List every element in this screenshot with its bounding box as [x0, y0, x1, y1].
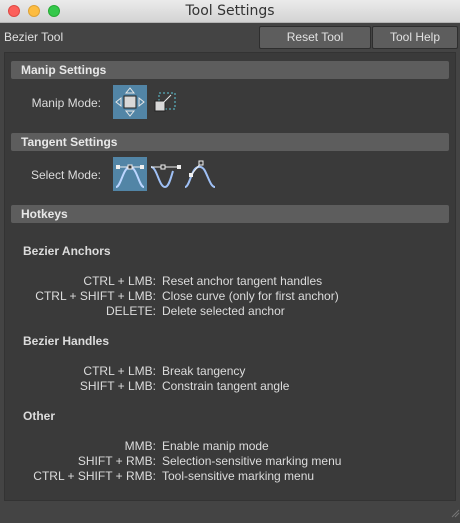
- hotkey-key: CTRL + SHIFT + LMB:: [35, 289, 156, 303]
- select-double-curve-button[interactable]: [149, 157, 183, 191]
- select-single-tangent-button[interactable]: [183, 157, 217, 191]
- hotkey-description: Tool-sensitive marking menu: [162, 469, 315, 483]
- transform-manip-icon: [154, 92, 176, 112]
- hotkey-description: Delete selected anchor: [162, 304, 285, 318]
- hotkey-group-title: Bezier Anchors: [23, 244, 111, 258]
- select-single-curve-button[interactable]: [113, 157, 147, 191]
- hotkey-key: CTRL + LMB:: [83, 364, 156, 378]
- select-mode-label: Select Mode:: [30, 168, 101, 182]
- hotkey-key: CTRL + SHIFT + RMB:: [33, 469, 156, 483]
- hotkey-key: MMB:: [124, 439, 156, 453]
- hotkey-description: Break tangency: [162, 364, 246, 378]
- hotkey-key: SHIFT + RMB:: [77, 454, 156, 468]
- settings-panel: Manip Settings Manip Mode: Tangent Setti…: [4, 52, 456, 501]
- window-title-bar[interactable]: Tool Settings: [0, 0, 460, 23]
- select-single-curve-icon: [115, 164, 145, 188]
- transform-manip-button[interactable]: [149, 85, 183, 119]
- move-manip-icon: [115, 87, 145, 117]
- window-title: Tool Settings: [185, 3, 275, 19]
- reset-tool-button[interactable]: Reset Tool: [259, 26, 371, 49]
- manip-mode-label: Manip Mode:: [31, 96, 101, 110]
- resize-grip-icon: [451, 509, 460, 518]
- hotkey-group-title: Bezier Handles: [23, 334, 110, 348]
- hotkey-description: Selection-sensitive marking menu: [162, 454, 342, 468]
- hotkey-group-title: Other: [23, 409, 56, 423]
- tool-name-label: Bezier Tool: [4, 30, 64, 44]
- hotkey-description: Reset anchor tangent handles: [162, 274, 323, 288]
- manip-settings-header[interactable]: Manip Settings: [11, 61, 449, 79]
- move-manip-button[interactable]: [113, 85, 147, 119]
- tangent-settings-header[interactable]: Tangent Settings: [11, 133, 449, 151]
- hotkey-key: CTRL + LMB:: [83, 274, 156, 288]
- hotkey-key: SHIFT + LMB:: [79, 379, 156, 393]
- hotkey-description: Enable manip mode: [162, 439, 269, 453]
- hotkey-description: Close curve (only for first anchor): [162, 289, 339, 303]
- select-double-curve-icon: [150, 164, 181, 189]
- select-single-tangent-icon: [184, 160, 216, 188]
- tool-help-button[interactable]: Tool Help: [372, 26, 458, 49]
- hotkey-key: DELETE:: [105, 304, 156, 318]
- resize-grip[interactable]: [450, 505, 460, 518]
- hotkeys-header[interactable]: Hotkeys: [11, 205, 449, 223]
- hotkey-description: Constrain tangent angle: [162, 379, 290, 393]
